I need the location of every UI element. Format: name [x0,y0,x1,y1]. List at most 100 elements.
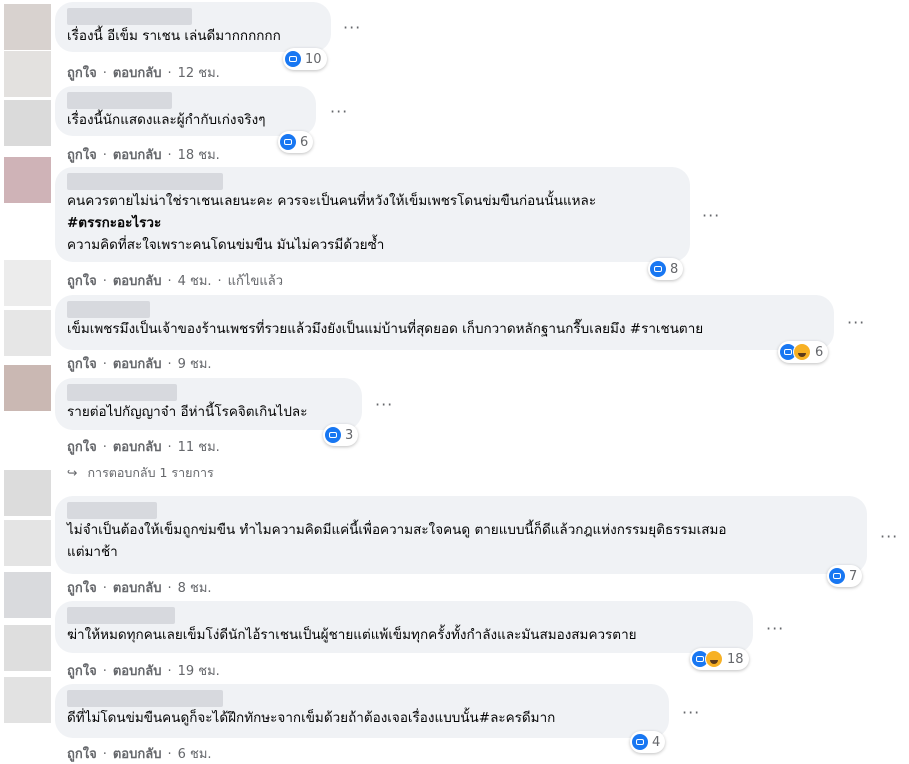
reply-button[interactable]: ตอบกลับ [113,148,162,163]
comment-actions: ถูกใจ · ตอบกลับ · 8 ชม. [67,581,212,596]
reply-button[interactable]: ตอบกลับ [113,357,162,372]
reply-arrow-icon: ↪ [67,465,78,480]
timestamp[interactable]: 8 ชม. [178,581,212,596]
like-reaction-icon [632,734,648,750]
haha-reaction-icon [793,343,811,361]
reaction-count: 8 [670,261,679,277]
comment-bubble: ดีที่ไม่โดนข่มขืนคนดูก็จะได้ฝึกทักษะจากเ… [55,684,669,738]
author-name[interactable] [67,502,157,519]
comment-text: เข็มเพชรมึงเป็นเจ้าของร้านเพชรที่รวยแล้ว… [67,321,704,337]
comment-bubble: เรื่องนี้ อีเข็ม ราเชน เล่นดีมากกกกกก [55,2,331,52]
avatar[interactable] [4,100,51,146]
like-reaction-icon [650,261,666,277]
comment-actions: ถูกใจ · ตอบกลับ · 19 ชม. [67,664,220,679]
more-options-icon[interactable]: ··· [375,395,393,414]
avatar[interactable] [4,365,51,411]
avatar[interactable] [4,470,51,516]
comment-actions: ถูกใจ · ตอบกลับ · 6 ชม. [67,747,212,762]
view-replies-link[interactable]: ↪ การตอบกลับ 1 รายการ [67,463,214,483]
more-options-icon[interactable]: ··· [880,527,898,546]
comment-bubble: เรื่องนี้นักแสดงและผู้กำกับเก่งจริงๆ [55,86,316,136]
author-name[interactable] [67,92,172,109]
reply-button[interactable]: ตอบกลับ [113,581,162,596]
more-options-icon[interactable]: ··· [682,703,700,722]
author-name[interactable] [67,690,223,707]
like-button[interactable]: ถูกใจ [67,581,97,596]
reaction-summary[interactable]: 18 [690,648,749,670]
like-button[interactable]: ถูกใจ [67,274,97,289]
reaction-count: 3 [345,427,354,443]
reaction-summary[interactable]: 6 [778,341,829,363]
like-button[interactable]: ถูกใจ [67,664,97,679]
like-button[interactable]: ถูกใจ [67,66,97,81]
reply-button[interactable]: ตอบกลับ [113,664,162,679]
comment-bubble: รายต่อไปกัญญาจ๋า อีห่านี้โรคจิตเกินไปละ [55,378,362,430]
avatar[interactable] [4,157,51,203]
avatar[interactable] [4,625,51,671]
comment-text: ฆ่าให้หมดทุกคนเลยเข็มโง่ดีนักไอ้ราเชนเป็… [67,627,637,643]
comment-actions: ถูกใจ · ตอบกลับ · 4 ชม. · แก้ไขแล้ว [67,274,283,289]
reaction-summary[interactable]: 4 [630,731,666,753]
reply-button[interactable]: ตอบกลับ [113,440,162,455]
reaction-summary[interactable]: 10 [283,48,327,70]
reaction-count: 18 [727,651,744,667]
reaction-count: 4 [652,734,661,750]
more-options-icon[interactable]: ··· [766,619,784,638]
timestamp[interactable]: 19 ชม. [178,664,220,679]
author-name[interactable] [67,8,192,25]
author-name[interactable] [67,607,175,624]
comment-text: แต่มาช้า [67,544,118,560]
comment-bubble: ไม่จำเป็นต้องให้เข็มถูกข่มขืน ทำไมความคิ… [55,496,867,574]
like-reaction-icon [829,568,845,584]
comment-hashtag[interactable]: #ตรรกะอะไรวะ [67,212,678,234]
avatar[interactable] [4,677,51,723]
like-button[interactable]: ถูกใจ [67,747,97,762]
timestamp[interactable]: 4 ชม. [178,274,212,289]
more-options-icon[interactable]: ··· [330,102,348,121]
comment-text: เรื่องนี้ อีเข็ม ราเชน เล่นดีมากกกกกก [67,28,281,44]
avatar[interactable] [4,572,51,618]
like-button[interactable]: ถูกใจ [67,357,97,372]
reaction-count: 10 [305,51,322,67]
author-name[interactable] [67,384,177,401]
comment-bubble: ฆ่าให้หมดทุกคนเลยเข็มโง่ดีนักไอ้ราเชนเป็… [55,601,753,653]
reply-button[interactable]: ตอบกลับ [113,274,162,289]
avatar[interactable] [4,4,51,50]
author-name[interactable] [67,173,223,190]
comment-text: คนควรตายไม่น่าใช่ราเชนเลยนะคะ ควรจะเป็นค… [67,193,597,209]
reaction-summary[interactable]: 8 [648,258,684,280]
timestamp[interactable]: 9 ชม. [178,357,212,372]
timestamp[interactable]: 18 ชม. [178,148,220,163]
reaction-summary[interactable]: 7 [827,565,863,587]
author-name[interactable] [67,301,150,318]
like-reaction-icon [325,427,341,443]
reaction-count: 6 [300,134,309,150]
more-options-icon[interactable]: ··· [847,313,865,332]
reply-button[interactable]: ตอบกลับ [113,747,162,762]
avatar[interactable] [4,260,51,306]
like-button[interactable]: ถูกใจ [67,148,97,163]
more-options-icon[interactable]: ··· [702,206,720,225]
avatar[interactable] [4,520,51,566]
reaction-summary[interactable]: 3 [323,424,359,446]
like-reaction-icon [285,51,301,67]
comment-text: ดีที่ไม่โดนข่มขืนคนดูก็จะได้ฝึกทักษะจากเ… [67,710,556,726]
timestamp[interactable]: 11 ชม. [178,440,220,455]
comment-text: เรื่องนี้นักแสดงและผู้กำกับเก่งจริงๆ [67,112,266,128]
reaction-count: 6 [815,344,824,360]
comment-actions: ถูกใจ · ตอบกลับ · 11 ชม. [67,440,220,455]
avatar[interactable] [4,51,51,97]
timestamp[interactable]: 6 ชม. [178,747,212,762]
more-options-icon[interactable]: ··· [343,18,361,37]
reaction-count: 7 [849,568,858,584]
reply-button[interactable]: ตอบกลับ [113,66,162,81]
like-reaction-icon [280,134,296,150]
reaction-summary[interactable]: 6 [278,131,314,153]
like-button[interactable]: ถูกใจ [67,440,97,455]
avatar[interactable] [4,310,51,356]
comment-text: ไม่จำเป็นต้องให้เข็มถูกข่มขืน ทำไมความคิ… [67,522,727,538]
edited-label[interactable]: แก้ไขแล้ว [228,274,283,289]
comment-actions: ถูกใจ · ตอบกลับ · 9 ชม. [67,357,212,372]
comment-actions: ถูกใจ · ตอบกลับ · 18 ชม. [67,148,220,163]
timestamp[interactable]: 12 ชม. [178,66,220,81]
